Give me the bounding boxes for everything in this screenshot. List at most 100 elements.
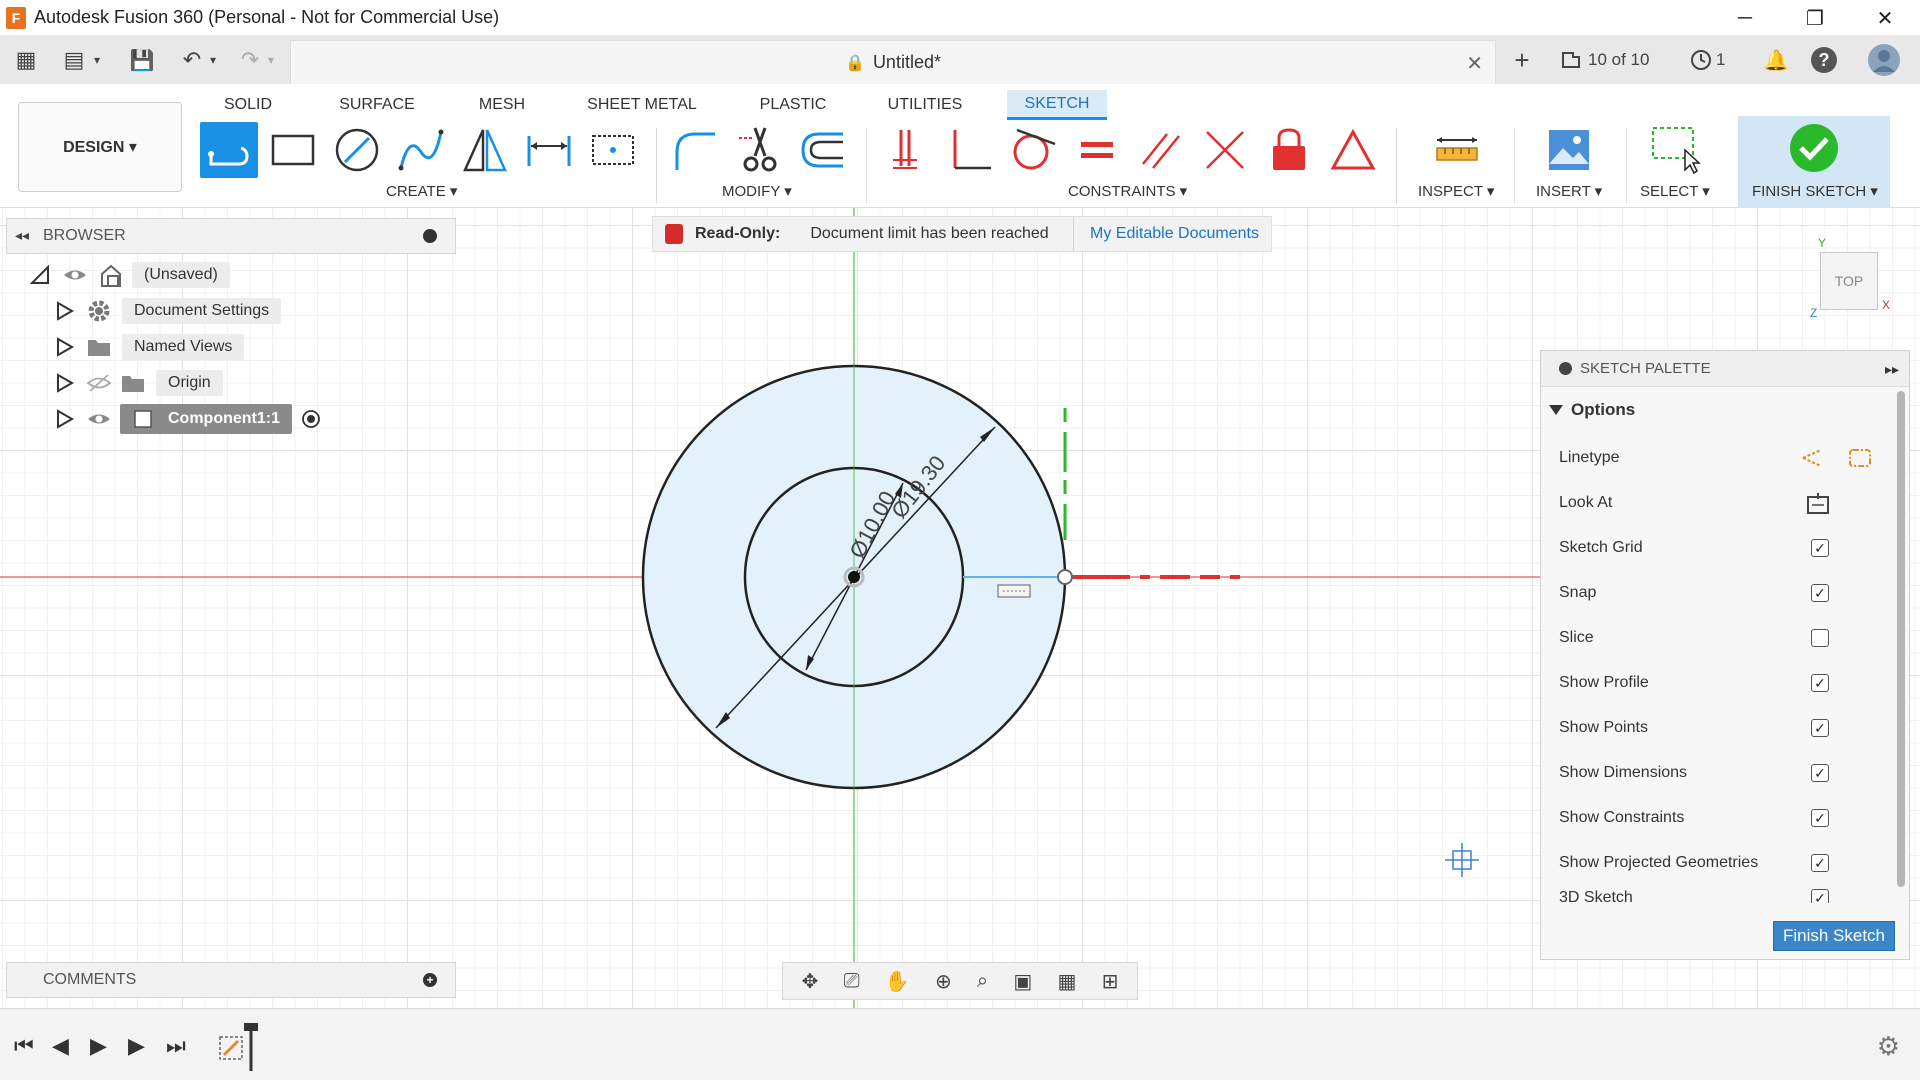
file-dropdown-icon[interactable]: ▾ bbox=[90, 44, 104, 76]
options-section-header[interactable]: Options bbox=[1541, 387, 1909, 433]
select-tool[interactable] bbox=[1646, 122, 1704, 178]
restore-button[interactable]: ❐ bbox=[1780, 0, 1850, 36]
viewports-icon[interactable]: ⊞ bbox=[1102, 969, 1119, 994]
point-tool[interactable] bbox=[584, 122, 642, 178]
3d-sketch-checkbox[interactable]: ✓ bbox=[1811, 889, 1829, 903]
spline-tool[interactable] bbox=[392, 122, 450, 178]
sketch-grid-checkbox[interactable]: ✓ bbox=[1811, 538, 1829, 557]
collinear-constraint[interactable] bbox=[1196, 122, 1254, 178]
eye-icon[interactable] bbox=[62, 265, 88, 285]
document-tab[interactable]: 🔒 Untitled* ✕ bbox=[290, 40, 1496, 84]
view-cube[interactable]: TOP bbox=[1820, 252, 1878, 310]
collapse-browser-icon[interactable]: ◂◂ bbox=[15, 227, 29, 244]
play-icon[interactable]: ▶ bbox=[90, 1033, 107, 1059]
finish-sketch-button[interactable]: Finish Sketch bbox=[1773, 921, 1895, 951]
zoom-icon[interactable]: ⊕ bbox=[935, 969, 952, 994]
expand-triangle-icon[interactable] bbox=[56, 409, 74, 429]
tab-mesh[interactable]: MESH bbox=[470, 90, 534, 120]
tree-item-root[interactable]: (Unsaved) bbox=[30, 260, 230, 290]
center-point[interactable] bbox=[848, 571, 860, 583]
redo-dropdown-icon[interactable]: ▾ bbox=[264, 44, 278, 76]
undo-icon[interactable]: ↶ bbox=[176, 44, 208, 76]
tree-item-named-views[interactable]: Named Views bbox=[56, 332, 245, 362]
snap-checkbox[interactable]: ✓ bbox=[1811, 583, 1829, 602]
horizontal-constraint-glyph[interactable] bbox=[997, 584, 1031, 598]
show-constraints-checkbox[interactable]: ✓ bbox=[1811, 808, 1829, 827]
eye-icon[interactable] bbox=[86, 409, 112, 429]
expand-palette-icon[interactable]: ▸▸ bbox=[1885, 361, 1899, 378]
insert-group-label[interactable]: INSERT ▾ bbox=[1536, 182, 1602, 200]
tab-utilities[interactable]: UTILITIES bbox=[880, 90, 970, 120]
mirror-tool[interactable] bbox=[456, 122, 514, 178]
finish-sketch-group[interactable]: FINISH SKETCH ▾ bbox=[1738, 116, 1890, 208]
save-icon[interactable]: 💾 bbox=[126, 44, 158, 76]
rectangle-tool[interactable] bbox=[264, 122, 322, 178]
close-button[interactable]: ✕ bbox=[1850, 0, 1920, 36]
insert-image-tool[interactable] bbox=[1540, 122, 1598, 178]
zoom-window-icon[interactable]: ⌕ bbox=[977, 970, 988, 993]
fix-constraint[interactable] bbox=[1260, 122, 1318, 178]
tab-sheet-metal[interactable]: SHEET METAL bbox=[580, 90, 704, 120]
workspace-switcher[interactable]: DESIGN ▾ bbox=[18, 102, 182, 192]
next-step-icon[interactable]: ▶ bbox=[128, 1033, 145, 1059]
equal-constraint[interactable] bbox=[1068, 122, 1126, 178]
file-menu-icon[interactable]: ▤ bbox=[58, 44, 90, 76]
show-projected-geometries-checkbox[interactable]: ✓ bbox=[1811, 853, 1829, 872]
select-group-label[interactable]: SELECT ▾ bbox=[1640, 182, 1710, 200]
undo-dropdown-icon[interactable]: ▾ bbox=[206, 44, 220, 76]
new-tab-icon[interactable]: + bbox=[1506, 44, 1538, 76]
notifications-icon[interactable]: 🔔 bbox=[1760, 44, 1792, 76]
display-settings-icon[interactable]: ▣ bbox=[1013, 969, 1032, 994]
orbit-icon[interactable]: ✥ bbox=[802, 969, 819, 994]
offset-tool[interactable] bbox=[794, 122, 852, 178]
timeline-settings-icon[interactable]: ⚙ bbox=[1877, 1031, 1900, 1062]
tangent-constraint[interactable] bbox=[1004, 122, 1062, 178]
look-at-nav-icon[interactable]: ⎚ bbox=[844, 970, 860, 993]
collapse-triangle-icon[interactable] bbox=[30, 265, 50, 285]
help-icon[interactable]: ? bbox=[1808, 44, 1840, 76]
tab-surface[interactable]: SURFACE bbox=[332, 90, 422, 120]
look-at-icon[interactable] bbox=[1805, 491, 1831, 515]
activate-radio-icon[interactable] bbox=[300, 408, 322, 430]
job-status[interactable]: 1 bbox=[1690, 44, 1725, 76]
tab-sketch[interactable]: SKETCH bbox=[1007, 90, 1107, 120]
inspect-group-label[interactable]: INSPECT ▾ bbox=[1418, 182, 1494, 200]
view-cube-top-face[interactable]: TOP bbox=[1835, 273, 1864, 289]
versions-control[interactable]: 10 of 10 bbox=[1560, 44, 1649, 76]
eye-hidden-icon[interactable] bbox=[86, 373, 112, 393]
dimension-tool[interactable] bbox=[520, 122, 578, 178]
measure-tool[interactable] bbox=[1428, 122, 1486, 178]
quadrant-point[interactable] bbox=[1057, 569, 1073, 585]
last-step-icon[interactable]: ⏭ bbox=[166, 1033, 186, 1059]
slice-checkbox[interactable] bbox=[1811, 628, 1829, 647]
grid-settings-icon[interactable]: ▦ bbox=[1057, 969, 1076, 994]
minimize-button[interactable]: ─ bbox=[1710, 0, 1780, 36]
palette-scrollbar[interactable] bbox=[1897, 391, 1905, 887]
redo-icon[interactable]: ↷ bbox=[234, 44, 266, 76]
trim-tool[interactable] bbox=[730, 122, 788, 178]
add-comment-icon[interactable]: + bbox=[423, 973, 437, 987]
show-dimensions-checkbox[interactable]: ✓ bbox=[1811, 763, 1829, 782]
tree-item-origin[interactable]: Origin bbox=[56, 368, 223, 398]
parallel-constraint[interactable] bbox=[1132, 122, 1190, 178]
browser-pin-icon[interactable] bbox=[423, 229, 437, 243]
expand-triangle-icon[interactable] bbox=[56, 373, 74, 393]
first-step-icon[interactable]: ⏮ bbox=[14, 1033, 34, 1059]
constraints-group-label[interactable]: CONSTRAINTS ▾ bbox=[1068, 182, 1187, 200]
palette-pin-icon[interactable] bbox=[1559, 362, 1572, 375]
show-points-checkbox[interactable]: ✓ bbox=[1811, 718, 1829, 737]
show-profile-checkbox[interactable]: ✓ bbox=[1811, 673, 1829, 692]
my-editable-documents-link[interactable]: My Editable Documents bbox=[1073, 217, 1259, 251]
tree-item-component[interactable]: Component1:1 bbox=[56, 404, 322, 434]
modify-group-label[interactable]: MODIFY ▾ bbox=[722, 182, 792, 200]
line-tool[interactable] bbox=[200, 122, 258, 178]
create-group-label[interactable]: CREATE ▾ bbox=[386, 182, 457, 200]
construction-line-icon[interactable] bbox=[1799, 446, 1825, 470]
tab-solid[interactable]: SOLID bbox=[210, 90, 286, 120]
user-avatar[interactable] bbox=[1866, 44, 1902, 76]
expand-triangle-icon[interactable] bbox=[56, 337, 74, 357]
fillet-tool[interactable] bbox=[666, 122, 724, 178]
horizontal-vertical-constraint[interactable] bbox=[876, 122, 934, 178]
expand-triangle-icon[interactable] bbox=[56, 301, 74, 321]
circle-tool[interactable] bbox=[328, 122, 386, 178]
